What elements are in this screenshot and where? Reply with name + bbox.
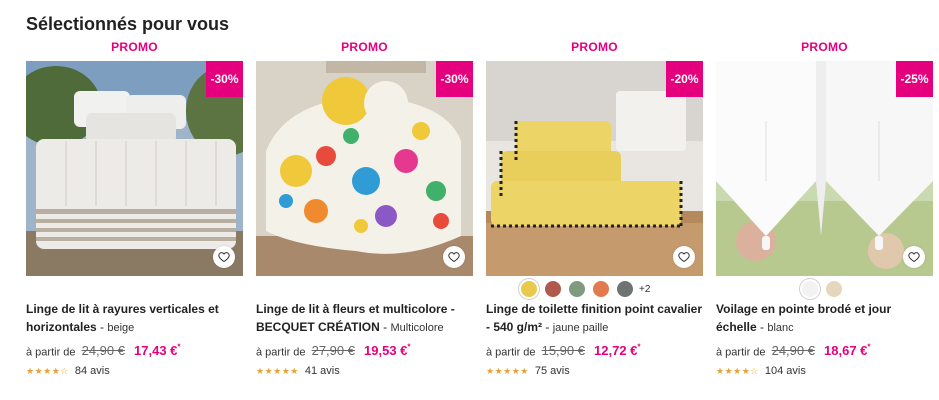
price-prefix: à partir de [26,346,76,359]
heart-icon[interactable] [903,246,925,268]
color-swatch[interactable] [521,281,537,297]
discount-badge: -30% [436,61,473,97]
product-variant: beige [107,322,135,334]
color-swatches [802,281,850,297]
product-image[interactable]: -20% [486,61,703,276]
review-count: 104 avis [764,365,806,377]
product-name[interactable]: Voilage en pointe brodé et jour échelle … [716,300,933,337]
review-count: 84 avis [74,365,110,377]
product-image[interactable]: -30% [26,61,243,276]
product-variant: Multicolore [390,322,444,334]
price-prefix: à partir de [716,346,766,359]
new-price: 19,53 €* [364,343,411,359]
discount-badge: -20% [666,61,703,97]
price-prefix: à partir de [486,346,536,359]
color-swatch[interactable] [569,281,585,297]
review-count: 41 avis [304,365,340,377]
old-price: 24,90 € [81,343,125,359]
product-name[interactable]: Linge de toilette finition point cavalie… [486,300,703,337]
product-card[interactable]: PROMO -30% Linge de lit à fleurs et mult… [256,38,473,388]
rating[interactable]: ★★★★☆ 104 avis [716,365,806,377]
old-price: 15,90 € [541,343,585,359]
product-variant: blanc [767,322,794,334]
rating[interactable]: ★★★★★ 75 avis [486,365,570,377]
rating[interactable]: ★★★★☆ 84 avis [26,365,110,377]
product-variant: jaune paille [552,322,609,334]
product-image[interactable]: -30% [256,61,473,276]
promo-label: PROMO [801,40,848,54]
product-name[interactable]: Linge de lit à rayures verticales et hor… [26,300,243,337]
promo-label: PROMO [111,40,158,54]
section-title: Sélectionnés pour vous [26,14,230,34]
heart-icon[interactable] [673,246,695,268]
new-price: 17,43 €* [134,343,181,359]
product-price: à partir de 24,90 € 17,43 €* [26,343,243,358]
old-price: 24,90 € [771,343,815,359]
discount-badge: -25% [896,61,933,97]
product-image[interactable]: -25% [716,61,933,276]
rating-stars: ★★★★☆ [716,365,759,376]
promo-label: PROMO [341,40,388,54]
more-colors[interactable]: +2 [639,284,650,295]
product-card[interactable]: PROMO -20% +2 Linge de toilette finition… [486,38,703,388]
rating-stars: ★★★★☆ [26,365,69,376]
price-prefix: à partir de [256,346,306,359]
new-price: 12,72 €* [594,343,641,359]
color-swatch[interactable] [593,281,609,297]
discount-badge: -30% [206,61,243,97]
product-name[interactable]: Linge de lit à fleurs et multicolore - B… [256,300,473,337]
rating-stars: ★★★★★ [486,365,529,376]
color-swatch[interactable] [617,281,633,297]
color-swatch[interactable] [826,281,842,297]
rating-stars: ★★★★★ [256,365,299,376]
product-card[interactable]: PROMO -30% Linge de lit à rayures vertic… [26,38,243,388]
heart-icon[interactable] [443,246,465,268]
review-count: 75 avis [534,365,570,377]
product-price: à partir de 15,90 € 12,72 €* [486,343,703,358]
color-swatch[interactable] [545,281,561,297]
color-swatches: +2 [521,281,650,297]
old-price: 27,90 € [311,343,355,359]
rating[interactable]: ★★★★★ 41 avis [256,365,340,377]
color-swatch[interactable] [802,281,818,297]
product-price: à partir de 24,90 € 18,67 €* [716,343,933,358]
product-card[interactable]: PROMO -25% Voilage en pointe brodé et jo… [716,38,933,388]
promo-label: PROMO [571,40,618,54]
new-price: 18,67 €* [824,343,871,359]
product-price: à partir de 27,90 € 19,53 €* [256,343,473,358]
heart-icon[interactable] [213,246,235,268]
